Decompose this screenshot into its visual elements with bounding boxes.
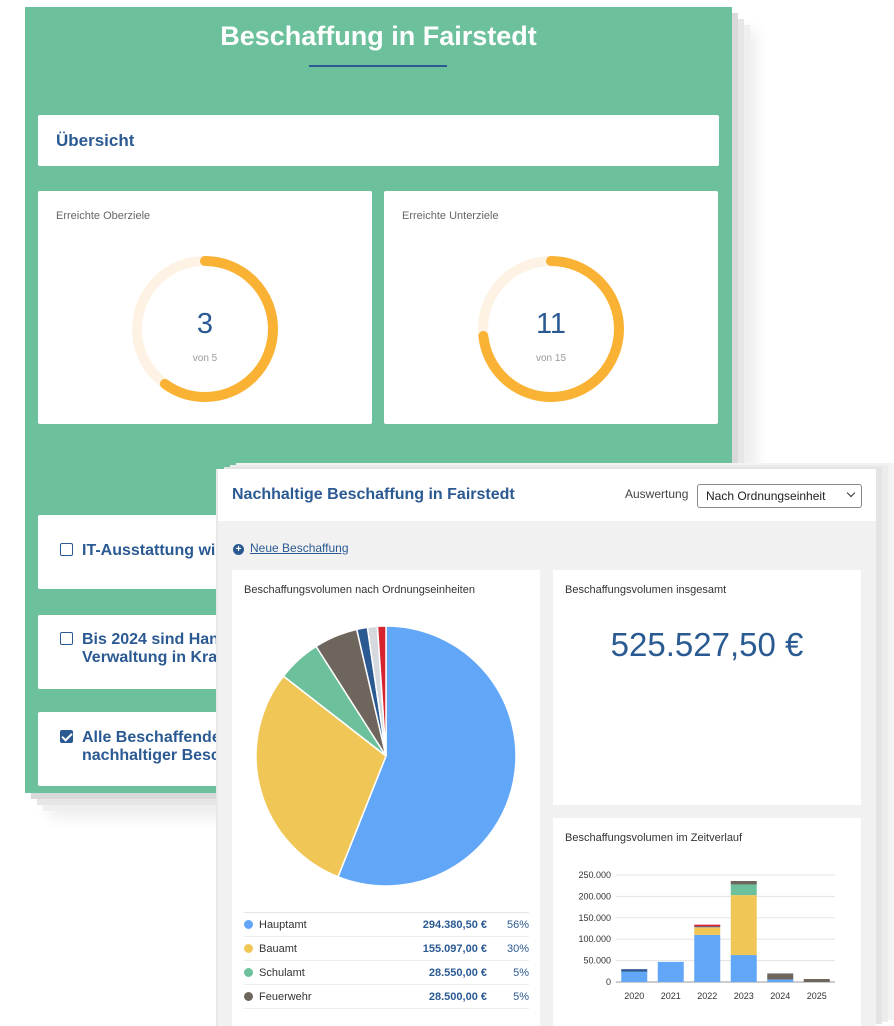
plus-circle-icon: + [233, 544, 244, 555]
total-panel-title: Beschaffungsvolumen insgesamt [565, 584, 727, 596]
legend-pct: 56% [506, 919, 529, 931]
bar-segment-2023 [730, 880, 757, 885]
kpi-value: 11 [536, 308, 566, 340]
x-tick-label: 2022 [697, 991, 717, 1001]
legend-pct: 5% [513, 991, 529, 1003]
goal-checkbox-checked[interactable] [60, 730, 73, 743]
kpi-sub: von 5 [193, 353, 218, 364]
bar-segment-2022 [694, 924, 721, 927]
y-tick-label: 100.000 [578, 934, 611, 944]
bar-segment-2023 [730, 955, 757, 982]
total-value: 525.527,50 € [610, 626, 804, 663]
new-link-label: Neue Beschaffung [250, 541, 349, 555]
y-tick-label: 0 [606, 977, 611, 987]
front-title: Nachhaltige Beschaffung in Fairstedt [232, 486, 515, 503]
kpi-sub: von 15 [536, 353, 566, 364]
bar-segment-2020 [621, 971, 648, 982]
legend-row: Bauamt 155.097,00 € 30% [244, 937, 529, 961]
bar-panel: Beschaffungsvolumen im Zeitverlauf 0 50.0… [553, 818, 861, 1026]
chevron-down-icon [846, 488, 856, 498]
x-tick-label: 2023 [734, 991, 754, 1001]
select-value: Nach Ordnungseinheit [706, 489, 826, 503]
page-title: Beschaffung in Fairstedt [220, 21, 537, 51]
legend-dot [244, 944, 253, 953]
legend-value: 28.500,00 € [428, 991, 487, 1003]
goal-text: Alle Beschaffender [82, 729, 227, 746]
legend-row: Feuerwehr 28.500,00 € 5% [244, 985, 529, 1009]
bar-segment-2023 [730, 884, 757, 896]
legend-name: Schulamt [259, 967, 305, 979]
title-underline [309, 65, 447, 67]
y-tick-label: 50.000 [583, 956, 611, 966]
auswertung-label: Auswertung [625, 487, 689, 501]
legend-row: Schulamt 28.550,00 € 5% [244, 961, 529, 985]
front-dashboard: Nachhaltige Beschaffung in Fairstedt Aus… [218, 469, 876, 1026]
bar-segment-2022 [694, 934, 721, 982]
y-tick-label: 250.000 [578, 870, 611, 880]
x-tick-label: 2024 [770, 991, 790, 1001]
bar-segment-2024 [767, 979, 794, 982]
progress-ring: 3 von 5 [132, 256, 278, 402]
pie-chart [255, 625, 517, 887]
front-header: Nachhaltige Beschaffung in Fairstedt Aus… [218, 469, 876, 521]
bar-segment-2025 [803, 979, 830, 982]
legend-name: Bauamt [259, 943, 297, 955]
auswertung-select[interactable]: Nach Ordnungseinheit [697, 484, 862, 508]
legend-dot [244, 920, 253, 929]
x-tick-label: 2021 [661, 991, 681, 1001]
kpi-value: 3 [197, 308, 213, 340]
legend-name: Hauptamt [259, 919, 307, 931]
legend-name: Feuerwehr [259, 991, 312, 1003]
x-tick-label: 2025 [807, 991, 827, 1001]
x-tick-label: 2020 [624, 991, 644, 1001]
legend-dot [244, 968, 253, 977]
legend-dot [244, 992, 253, 1001]
bar-segment-2020 [621, 969, 648, 972]
y-tick-label: 150.000 [578, 913, 611, 923]
goal-text: Bis 2024 sind Hand [82, 631, 229, 648]
total-panel: Beschaffungsvolumen insgesamt 525.527,50… [553, 570, 861, 805]
overview-header: Übersicht [38, 115, 719, 166]
new-procurement-link[interactable]: + Neue Beschaffung [233, 541, 349, 555]
goal-checkbox[interactable] [60, 632, 73, 645]
legend-value: 28.550,00 € [428, 967, 487, 979]
kpi-card-unterziele: Erreichte Unterziele 11 von 15 [384, 191, 718, 424]
bar-segment-2024 [767, 973, 794, 980]
goal-checkbox[interactable] [60, 543, 73, 556]
legend-pct: 30% [506, 943, 529, 955]
bar-segment-2022 [694, 926, 721, 928]
pie-legend: Hauptamt 294.380,50 € 56% Bauamt 155.097… [244, 912, 529, 1009]
legend-pct: 5% [513, 967, 529, 979]
bar-segment-2022 [694, 927, 721, 935]
bar-segment-2021 [657, 961, 684, 982]
legend-row: Hauptamt 294.380,50 € 56% [244, 913, 529, 937]
kpi-card-oberziele: Erreichte Oberziele 3 von 5 [38, 191, 372, 424]
goal-text: IT-Ausstattung wir [82, 542, 222, 559]
bar-segment-2023 [730, 895, 757, 956]
pie-panel: Beschaffungsvolumen nach Ordnungseinheit… [232, 570, 540, 1026]
bar-chart: 0 50.000 100.000 150.000 200.000 250.000 2020 2… [578, 870, 835, 1001]
progress-ring: 11 von 15 [478, 256, 624, 402]
y-tick-label: 200.000 [578, 891, 611, 901]
legend-value: 294.380,50 € [422, 919, 487, 931]
legend-value: 155.097,00 € [422, 943, 487, 955]
